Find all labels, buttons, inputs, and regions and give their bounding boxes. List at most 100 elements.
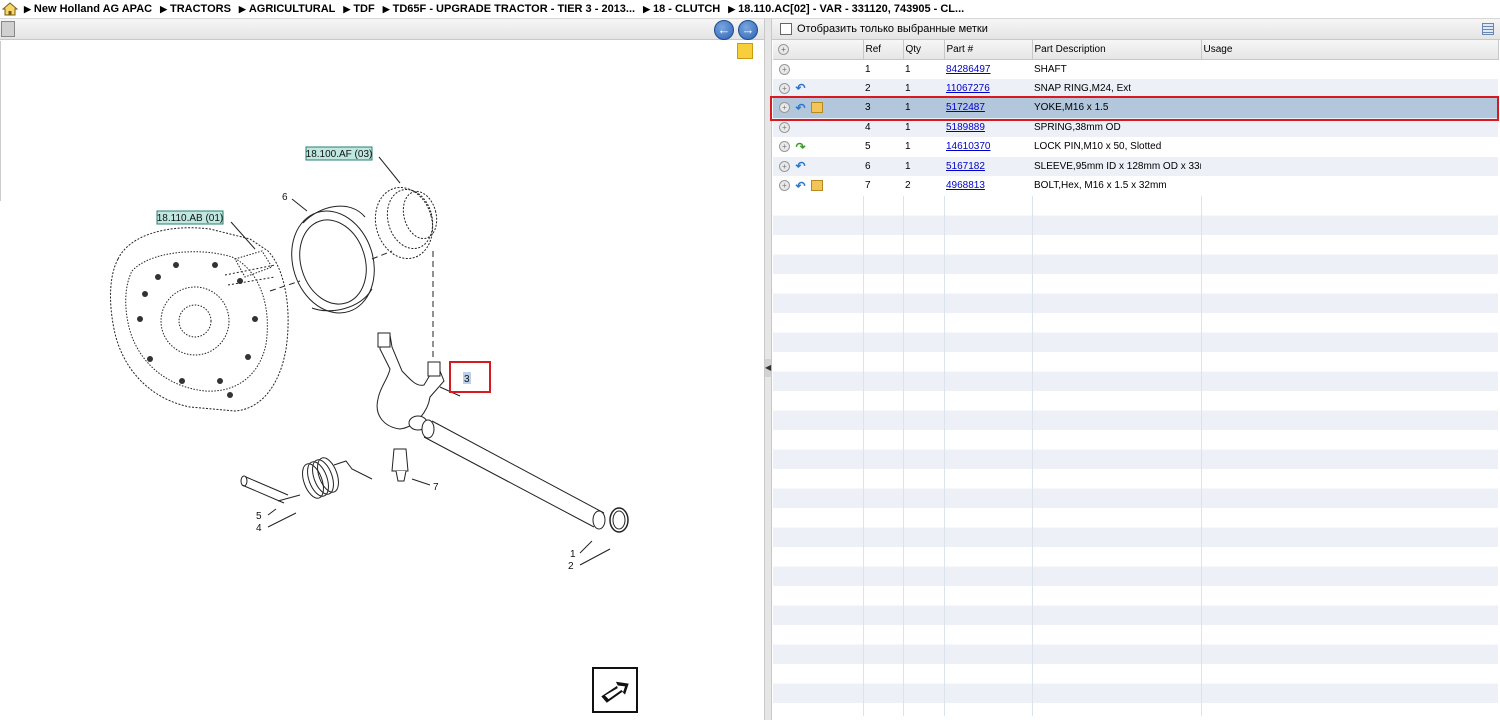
cell-ref: 5	[863, 137, 903, 157]
callout-2[interactable]: 2	[568, 561, 574, 572]
lock-pin-drawing	[391, 448, 409, 482]
breadcrumb: ▶ New Holland AG APAC ▶ TRACTORS ▶ AGRICULT…	[0, 0, 1500, 19]
header-description[interactable]: Part Description	[1032, 40, 1202, 60]
ref-label-af[interactable]: 18.100.AF (03)	[306, 149, 373, 160]
part-number-link[interactable]: 4968813	[946, 180, 985, 191]
table-row-selected[interactable]: + ↶ 3 1 5172487 YOKE,M16 x 1.5	[773, 98, 1498, 118]
cell-usage	[1201, 156, 1498, 176]
ref-box-ab: 18.110.AB (01)	[156, 210, 224, 225]
return-arrow-icon[interactable]: ↶	[794, 81, 807, 95]
cell-ref: 4	[863, 117, 903, 137]
forward-arrow-icon[interactable]: ↷	[794, 140, 807, 154]
breadcrumb-item-diagram[interactable]: ▶ 18.110.AC[02] - VAR - 331120, 743905 - …	[728, 3, 964, 15]
callout-4[interactable]: 4	[256, 523, 262, 534]
table-row[interactable]: + 1 1 84286497 SHAFT	[773, 59, 1498, 79]
info-icon[interactable]: +	[779, 82, 790, 94]
cell-qty: 1	[903, 117, 944, 137]
table-row[interactable]: + ↶ 6 1 5167182 SLEEVE,95mm ID x 128mm OD…	[773, 156, 1498, 176]
cell-ref: 2	[863, 78, 903, 98]
part-number-link[interactable]: 84286497	[946, 64, 991, 75]
cell-ref: 6	[863, 156, 903, 176]
package-icon[interactable]	[811, 180, 823, 192]
table-row[interactable]: + ↷ 5 1 14610370 LOCK PIN,M10 x 50, Slott…	[773, 137, 1498, 157]
return-arrow-icon[interactable]: ↶	[794, 101, 807, 115]
callout-6[interactable]: 6	[282, 192, 288, 203]
header-usage[interactable]: Usage	[1201, 40, 1499, 60]
open-diagram-button[interactable]	[592, 667, 638, 713]
show-selected-label: Отобразить только выбранные метки	[797, 23, 988, 35]
callout-3[interactable]: 3	[464, 374, 470, 385]
callout-5[interactable]: 5	[256, 511, 262, 522]
cell-qty: 1	[903, 98, 944, 118]
part-number-link[interactable]: 5189889	[946, 122, 985, 133]
info-icon[interactable]: +	[779, 160, 790, 172]
header-ref[interactable]: Ref	[863, 40, 904, 60]
cell-ref: 1	[863, 59, 903, 79]
pane-splitter[interactable]: ◀	[764, 19, 772, 720]
note-icon[interactable]	[737, 43, 753, 59]
cell-usage	[1201, 137, 1498, 157]
table-row[interactable]: + ↶ 7 2 4968813 BOLT,Hex, M16 x 1.5 x 32m…	[773, 176, 1498, 196]
cell-description: SHAFT	[1032, 59, 1201, 79]
diagram-pane: 18.100.AF (03) 18.110.AB (01) 6 7 5 4 1 …	[0, 19, 764, 720]
pane-divider	[0, 41, 2, 201]
exploded-diagram[interactable]: 18.100.AF (03) 18.110.AB (01) 6 7 5 4 1 …	[0, 19, 764, 720]
cell-qty: 1	[903, 59, 944, 79]
info-icon[interactable]: +	[779, 121, 790, 133]
bearing-drawing	[374, 186, 438, 260]
table-header-row: + Ref Qty Part # Part Description Usage	[773, 40, 1499, 60]
collapse-arrow-icon[interactable]: ◀	[765, 359, 771, 377]
table-row[interactable]: + 4 1 5189889 SPRING,38mm OD	[773, 117, 1498, 137]
part-number-link[interactable]: 14610370	[946, 141, 991, 152]
cell-qty: 2	[903, 176, 944, 196]
callout-7[interactable]: 7	[433, 482, 439, 493]
callout-1[interactable]: 1	[570, 549, 576, 560]
package-icon[interactable]	[811, 102, 823, 114]
filter-bar: Отобразить только выбранные метки	[772, 19, 1500, 40]
arrow-right-icon[interactable]: →	[738, 20, 758, 40]
cell-description: LOCK PIN,M10 x 50, Slotted	[1032, 137, 1201, 157]
part-number-link[interactable]: 5167182	[946, 161, 985, 172]
breadcrumb-item-model[interactable]: ▶ TD65F - UPGRADE TRACTOR - TIER 3 - 2013…	[383, 3, 635, 15]
list-view-icon[interactable]	[1482, 23, 1494, 35]
export-icon[interactable]	[1, 21, 15, 37]
cell-usage	[1201, 59, 1498, 79]
cell-qty: 1	[903, 78, 944, 98]
expand-all-icon[interactable]: +	[778, 43, 789, 55]
breadcrumb-item-section[interactable]: ▶ 18 - CLUTCH	[643, 3, 720, 15]
return-arrow-icon[interactable]: ↶	[794, 179, 807, 193]
header-part-number[interactable]: Part #	[944, 40, 1033, 60]
breadcrumb-item-brand[interactable]: ▶ New Holland AG APAC	[24, 3, 152, 15]
sleeve-drawing	[291, 205, 375, 314]
breadcrumb-item-series[interactable]: ▶ TDF	[343, 3, 374, 15]
info-icon[interactable]: +	[779, 102, 790, 114]
cell-usage	[1201, 98, 1498, 118]
table-row[interactable]: + ↶ 2 1 11067276 SNAP RING,M24, Ext	[773, 78, 1498, 98]
info-icon[interactable]: +	[779, 63, 790, 75]
home-icon[interactable]	[2, 2, 18, 16]
ref-label-ab[interactable]: 18.110.AB (01)	[157, 213, 224, 224]
cell-ref: 7	[863, 176, 903, 196]
info-icon[interactable]: +	[779, 141, 790, 153]
cell-usage	[1201, 117, 1498, 137]
part-number-link[interactable]: 5172487	[946, 102, 985, 113]
arrow-left-icon[interactable]: ←	[714, 20, 734, 40]
diagram-toolbar: ← →	[0, 19, 764, 40]
header-qty[interactable]: Qty	[903, 40, 945, 60]
clutch-housing-drawing	[110, 227, 289, 412]
cell-description: SPRING,38mm OD	[1032, 117, 1201, 137]
ref-box-af: 18.100.AF (03)	[305, 146, 373, 161]
empty-rows	[773, 196, 1498, 716]
breadcrumb-item-subcategory[interactable]: ▶ AGRICULTURAL	[239, 3, 335, 15]
cell-usage	[1201, 78, 1498, 98]
info-icon[interactable]: +	[779, 180, 790, 192]
shaft-drawing	[421, 419, 606, 530]
cell-ref: 3	[863, 98, 903, 118]
cell-description: YOKE,M16 x 1.5	[1032, 98, 1201, 118]
cell-description: SLEEVE,95mm ID x 128mm OD x 33mm L	[1032, 156, 1201, 176]
header-icon-col[interactable]: +	[773, 40, 864, 60]
breadcrumb-item-category[interactable]: ▶ TRACTORS	[160, 3, 231, 15]
part-number-link[interactable]: 11067276	[946, 83, 990, 94]
return-arrow-icon[interactable]: ↶	[794, 159, 807, 173]
show-selected-checkbox[interactable]	[780, 23, 792, 35]
